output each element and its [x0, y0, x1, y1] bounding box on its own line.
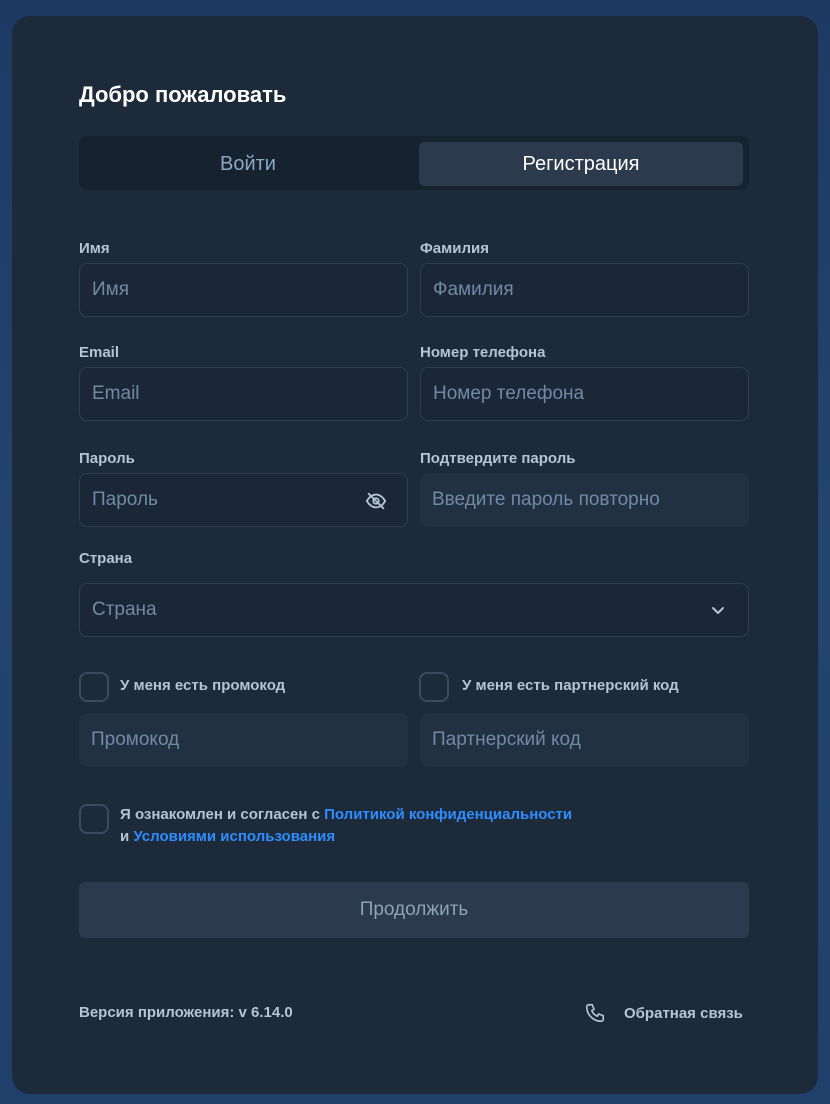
chevron-down-icon: [712, 607, 724, 614]
partner-input[interactable]: [432, 729, 749, 751]
tab-register[interactable]: Регистрация: [419, 142, 743, 186]
partner-field-wrap: [420, 713, 749, 767]
privacy-policy-link[interactable]: Политикой конфиденциальности: [324, 806, 572, 823]
first-name-field-wrap: [79, 263, 408, 317]
terms-of-use-link[interactable]: Условиями использования: [133, 828, 335, 845]
promo-checkbox-label[interactable]: У меня есть промокод: [120, 677, 285, 694]
promo-checkbox[interactable]: [79, 672, 109, 702]
password-input[interactable]: [92, 489, 407, 511]
confirm-password-field-wrap: [420, 473, 749, 527]
tab-login[interactable]: Войти: [85, 142, 411, 186]
agreement-text: Я ознакомлен и согласен с Политикой конф…: [120, 804, 640, 848]
email-field-wrap: [79, 367, 408, 421]
phone-field-wrap: [420, 367, 749, 421]
last-name-field-wrap: [420, 263, 749, 317]
partner-checkbox[interactable]: [419, 672, 449, 702]
eye-off-icon[interactable]: [365, 490, 387, 512]
email-label: Email: [79, 344, 120, 361]
promo-field-wrap: [79, 713, 408, 767]
phone-input[interactable]: [433, 383, 748, 405]
first-name-label: Имя: [79, 240, 110, 257]
first-name-input[interactable]: [92, 279, 407, 301]
phone-label: Номер телефона: [420, 344, 546, 361]
confirm-password-label: Подтвердите пароль: [420, 450, 576, 467]
continue-button[interactable]: Продолжить: [79, 882, 749, 938]
app-version: Версия приложения: v 6.14.0: [79, 1004, 293, 1021]
confirm-password-input[interactable]: [432, 489, 749, 511]
password-label: Пароль: [79, 450, 135, 467]
password-field-wrap: [79, 473, 408, 527]
feedback-label: Обратная связь: [624, 1004, 743, 1022]
promo-input[interactable]: [91, 729, 408, 751]
country-select-value: Страна: [92, 599, 157, 620]
page-title: Добро пожаловать: [79, 82, 287, 107]
last-name-label: Фамилия: [420, 240, 489, 257]
auth-tabs: Войти Регистрация: [79, 136, 749, 190]
agreement-prefix: Я ознакомлен и согласен с: [120, 806, 325, 823]
agreement-checkbox[interactable]: [79, 804, 109, 834]
country-label: Страна: [79, 550, 133, 567]
agreement-and: и: [120, 828, 134, 845]
last-name-input[interactable]: [433, 279, 748, 301]
registration-card: Добро пожаловать Войти Регистрация Имя Ф…: [12, 16, 818, 1094]
partner-checkbox-label[interactable]: У меня есть партнерский код: [462, 677, 679, 694]
feedback-link[interactable]: Обратная связь: [584, 1002, 743, 1024]
phone-icon: [585, 1003, 605, 1023]
email-input[interactable]: [92, 383, 407, 405]
country-select[interactable]: Страна: [79, 583, 749, 637]
